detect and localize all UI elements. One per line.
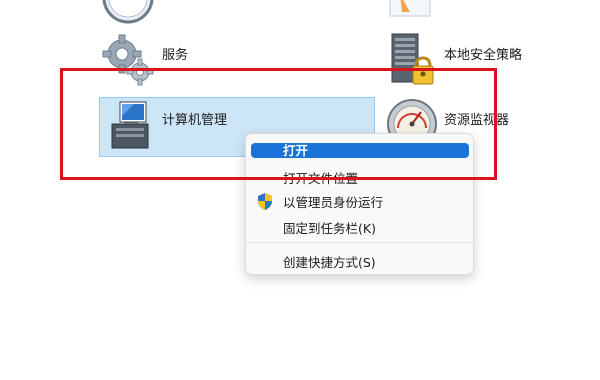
local-security-policy-label: 本地安全策略: [444, 48, 523, 63]
menu-item-create-shortcut[interactable]: 创建快捷方式(S): [251, 250, 469, 272]
context-menu: 打开 打开文件位置 以管理员身份运行 固定到任务栏(K) 创建快捷方式(S): [245, 133, 474, 275]
document-icon[interactable]: [388, 0, 432, 26]
shield-icon: [257, 193, 273, 210]
computer-management-icon: [104, 100, 158, 154]
menu-item-open-file-location[interactable]: 打开文件位置: [251, 166, 469, 188]
menu-item-pin-to-taskbar[interactable]: 固定到任务栏(K): [251, 216, 469, 238]
gear-icon: [100, 32, 156, 88]
services-label: 服务: [162, 48, 189, 63]
menu-item-open[interactable]: 打开: [251, 143, 469, 158]
clock-icon[interactable]: [102, 0, 154, 26]
resource-monitor-label: 资源监视器: [444, 113, 510, 128]
menu-item-open-file-location-label: 打开文件位置: [283, 170, 359, 186]
menu-item-pin-to-taskbar-label: 固定到任务栏(K): [283, 220, 376, 236]
computer-management-label: 计算机管理: [162, 113, 228, 128]
menu-separator: [246, 242, 473, 243]
server-lock-icon: [390, 32, 436, 90]
menu-item-open-label: 打开: [283, 143, 309, 158]
menu-item-create-shortcut-label: 创建快捷方式(S): [283, 254, 376, 270]
menu-item-run-as-admin[interactable]: 以管理员身份运行: [251, 190, 469, 212]
menu-item-run-as-admin-label: 以管理员身份运行: [283, 194, 384, 210]
